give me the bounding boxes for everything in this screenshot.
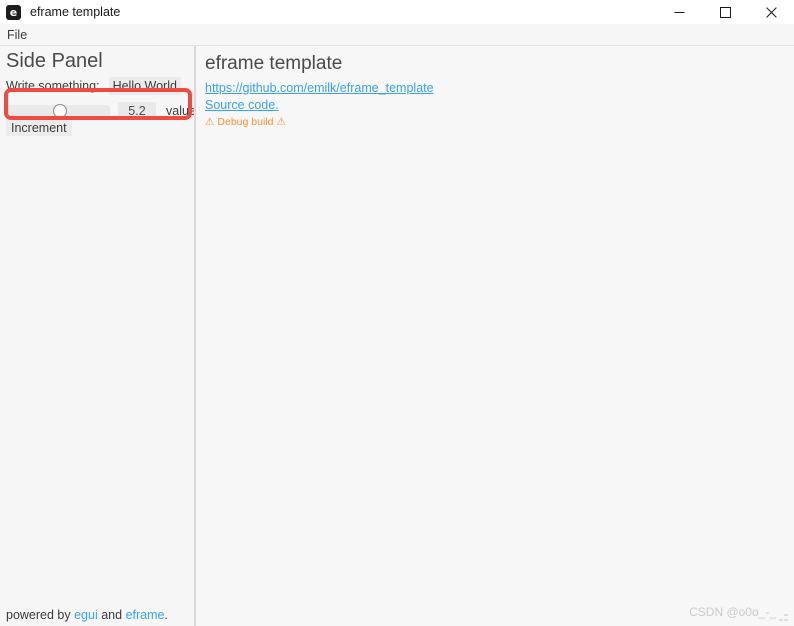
footer-prefix: powered by — [6, 608, 75, 622]
footer-middle: and — [97, 608, 126, 622]
resize-grip-icon[interactable] — [778, 610, 792, 624]
central-panel: eframe template https://github.com/emilk… — [196, 46, 794, 626]
footer-suffix: . — [164, 608, 168, 622]
maximize-icon — [719, 6, 731, 18]
write-something-label: Write something: — [6, 79, 100, 93]
minimize-button[interactable] — [656, 0, 702, 24]
source-code-link[interactable]: Source code. — [205, 98, 279, 112]
window-title: eframe template — [30, 5, 121, 19]
warning-triangle-right-icon: ⚠ — [276, 116, 286, 128]
menubar: File — [0, 24, 794, 46]
titlebar[interactable]: e eframe template — [0, 0, 794, 24]
egui-link[interactable]: egui — [74, 608, 98, 622]
write-something-row: Write something: — [6, 77, 181, 95]
value-slider[interactable] — [6, 103, 110, 118]
close-button[interactable] — [748, 0, 794, 24]
window-controls — [656, 0, 794, 24]
value-slider-number[interactable]: 5.2 — [118, 102, 156, 120]
github-url-link[interactable]: https://github.com/emilk/eframe_template — [205, 81, 434, 95]
value-slider-handle[interactable] — [53, 103, 67, 118]
side-panel: Side Panel Write something: 5.2 value In… — [0, 46, 196, 626]
side-panel-title: Side Panel — [6, 50, 103, 72]
eframe-link[interactable]: eframe — [126, 608, 165, 622]
close-icon — [765, 6, 777, 18]
menu-item-file[interactable]: File — [0, 26, 33, 44]
app-window: e eframe template File Side Panel Write … — [0, 0, 794, 626]
increment-button[interactable]: Increment — [6, 120, 72, 136]
debug-build-notice: ⚠ Debug build ⚠ — [205, 116, 286, 128]
side-panel-footer: powered by egui and eframe. — [6, 608, 168, 622]
debug-build-label: Debug build — [217, 116, 274, 128]
write-something-input[interactable] — [108, 77, 181, 95]
csdn-watermark: CSDN @o0o_-_ — [689, 605, 776, 619]
eframe-app-icon: e — [6, 4, 21, 20]
central-panel-title: eframe template — [205, 53, 343, 74]
value-slider-row: 5.2 value — [6, 102, 196, 120]
maximize-button[interactable] — [702, 0, 748, 24]
warning-triangle-left-icon: ⚠ — [205, 116, 215, 128]
value-slider-label: value — [166, 104, 196, 118]
minimize-icon — [674, 11, 684, 13]
